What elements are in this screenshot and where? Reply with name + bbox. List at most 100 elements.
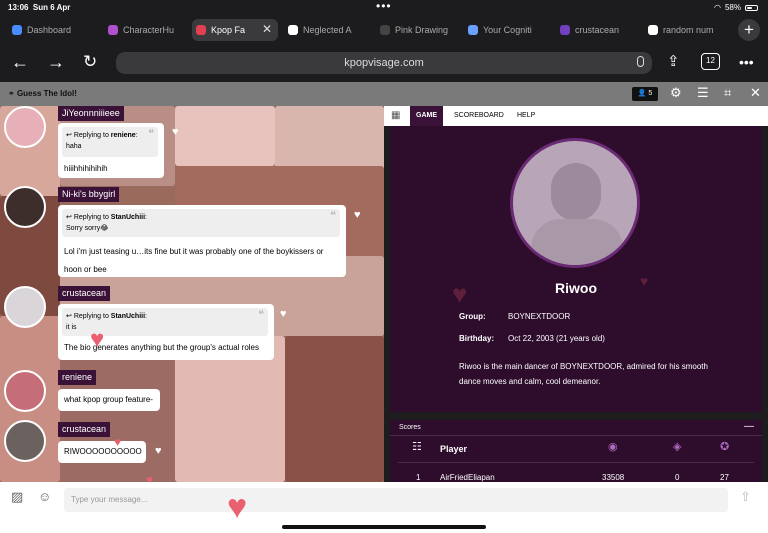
coins-icon: ◉ [608, 441, 618, 453]
birthday-label: Birthday: [459, 334, 495, 343]
score-rank: 1 [416, 473, 421, 482]
avatar[interactable] [4, 286, 46, 328]
idol-name: Riwoo [555, 280, 597, 296]
floating-heart-icon: ♥ [90, 326, 105, 353]
avatar[interactable] [4, 370, 46, 412]
chat-message-bubble[interactable]: RIWOOOOOOOOOO [58, 441, 146, 463]
chat-message-text: RIWOOOOOOOOOO [64, 447, 142, 456]
chat-username: JiYeonnniiieee [58, 106, 124, 121]
browser-tab-pink-drawing[interactable]: Pink Drawing [376, 19, 456, 41]
more-menu-icon[interactable]: ••• [739, 51, 754, 73]
birthday-value: Oct 22, 2003 (21 years old) [508, 334, 605, 343]
tab-close-icon[interactable]: ✕ [262, 23, 272, 35]
chat-username: crustacean [58, 422, 111, 437]
close-game-icon[interactable]: ✕ [750, 86, 761, 100]
status-right: ◠ 58% [714, 3, 758, 12]
send-icon[interactable]: ⇧ [740, 490, 751, 504]
tab-help[interactable]: HELP [511, 106, 541, 126]
list-icon[interactable]: ☰ [697, 86, 709, 100]
emoji-icon[interactable]: ☺ [38, 490, 51, 504]
browser-tab-random-number[interactable]: random num [644, 19, 726, 41]
tab-favicon-icon [380, 25, 390, 35]
heart-icon[interactable]: ♥ [172, 127, 179, 138]
score-streak: 0 [675, 473, 680, 482]
back-arrow-icon[interactable]: ← [11, 51, 29, 73]
home-indicator[interactable] [282, 525, 486, 529]
browser-tab-crustacean[interactable]: crustacean [556, 19, 636, 41]
rank-list-icon: ☷ [412, 441, 422, 453]
reload-icon[interactable]: ↻ [83, 51, 97, 73]
browser-tab-characterhub[interactable]: CharacterHu [104, 19, 188, 41]
player-header: Player [440, 444, 468, 454]
avatar[interactable] [4, 186, 46, 228]
chat-message-input[interactable]: Type your message... [64, 488, 728, 512]
new-tab-button[interactable]: + [738, 19, 760, 41]
status-bar: 13:06 Sun 6 Apr ••• ◠ 58% [0, 0, 768, 16]
browser-tab-dashboard[interactable]: Dashboard [8, 19, 96, 41]
tab-favicon-icon [288, 25, 298, 35]
game-panel: ▦ GAME SCOREBOARD HELP ♥ ♥ Riwoo Group: … [384, 106, 768, 482]
forward-arrow-icon[interactable]: → [47, 51, 65, 73]
tab-overview-button[interactable]: 12 [701, 53, 720, 70]
scores-panel: Scores — ☷ Player ◉ ◈ ✪ 1 AirFriedEliapa… [390, 420, 762, 482]
share-icon[interactable]: ⇪ [667, 51, 680, 73]
quote-icon: ❝ [330, 210, 336, 222]
chat-message-text: Lol i'm just teasing u…its fine but it w… [64, 247, 324, 274]
chat-message-text: what kpop group feature- [64, 395, 153, 404]
tab-scoreboard[interactable]: SCOREBOARD [448, 106, 510, 126]
game-title: ⚭ Guess The Idol! [8, 89, 77, 98]
qr-icon[interactable]: ⌗ [724, 86, 731, 100]
image-upload-icon[interactable]: ▨ [11, 490, 23, 504]
chat-panel: JiYeonnniiieee ↩ Replying to reniene: hah… [0, 106, 384, 482]
chat-message-bubble[interactable]: what kpop group feature- [58, 389, 160, 411]
group-label: Group: [459, 312, 486, 321]
tab-favicon-icon [560, 25, 570, 35]
floating-heart-icon: ♥ [146, 473, 154, 482]
browser-toolbar: ← → ↻ kpopvisage.com ⇪ 12 ••• [0, 44, 768, 82]
tab-favicon-icon [12, 25, 22, 35]
score-player[interactable]: AirFriedEliapan [440, 473, 495, 482]
idol-description: Riwoo is the main dancer of BOYNEXTDOOR,… [459, 362, 708, 386]
url-text: kpopvisage.com [344, 57, 424, 69]
scores-title: Scores [399, 424, 421, 431]
collage-photo [285, 336, 384, 482]
multitasking-dots-icon[interactable]: ••• [376, 0, 392, 12]
group-value: BOYNEXTDOOR [508, 312, 571, 321]
collapse-icon[interactable]: — [744, 421, 754, 432]
chat-message-text: hiiihhihihihih [64, 164, 108, 173]
medal-icon: ✪ [720, 441, 730, 453]
reply-quote: ↩ Replying to reniene: haha ❝ [62, 127, 158, 157]
scores-header: Scores — [390, 420, 762, 436]
chat-message-bubble[interactable]: ↩ Replying to StanUchiii: Sorry sorry😂 ❝ … [58, 205, 346, 277]
heart-icon[interactable]: ♥ [280, 309, 287, 320]
reply-quote: ↩ Replying to StanUchiii: Sorry sorry😂 ❝ [62, 209, 340, 237]
quote-icon: ❝ [148, 128, 154, 140]
score-wins: 27 [720, 473, 729, 482]
flame-icon: ◈ [673, 441, 682, 453]
address-bar[interactable]: kpopvisage.com [116, 52, 652, 74]
heart-icon[interactable]: ♥ [354, 210, 361, 221]
chat-message-bubble[interactable]: ↩ Replying to reniene: haha ❝ hiiihhihihi… [58, 123, 164, 178]
settings-gear-icon[interactable]: ⚙ [670, 86, 682, 100]
browser-tab-cognitive[interactable]: Your Cogniti [464, 19, 544, 41]
browser-tab-neglected[interactable]: Neglected A [284, 19, 364, 41]
heart-icon[interactable]: ♥ [155, 446, 162, 457]
avatar[interactable] [4, 106, 46, 148]
online-users-badge[interactable]: 👤 5 [632, 87, 658, 101]
quote-icon: ❝ [258, 309, 264, 321]
avatar[interactable] [4, 420, 46, 462]
grid-menu-icon[interactable]: ▦ [391, 111, 400, 121]
battery-percent: 58% [724, 3, 741, 12]
tab-favicon-icon [468, 25, 478, 35]
game-title-bar: ⚭ Guess The Idol! 👤 5 ⚙ ☰ ⌗ ✕ [0, 82, 768, 106]
tab-game[interactable]: GAME [410, 106, 443, 126]
browser-tab-kpop[interactable]: Kpop Fa ✕ [192, 19, 278, 41]
idol-photo [510, 138, 640, 268]
idol-profile-card: ♥ ♥ Riwoo Group: BOYNEXTDOOR Birthday: O… [390, 126, 762, 412]
microphone-icon[interactable] [637, 56, 644, 67]
tab-favicon-icon [648, 25, 658, 35]
battery-icon [745, 4, 758, 11]
status-time: 13:06 Sun 6 Apr [8, 3, 71, 12]
wifi-icon: ◠ [714, 3, 721, 12]
floating-heart-icon: ♥ [114, 435, 122, 449]
